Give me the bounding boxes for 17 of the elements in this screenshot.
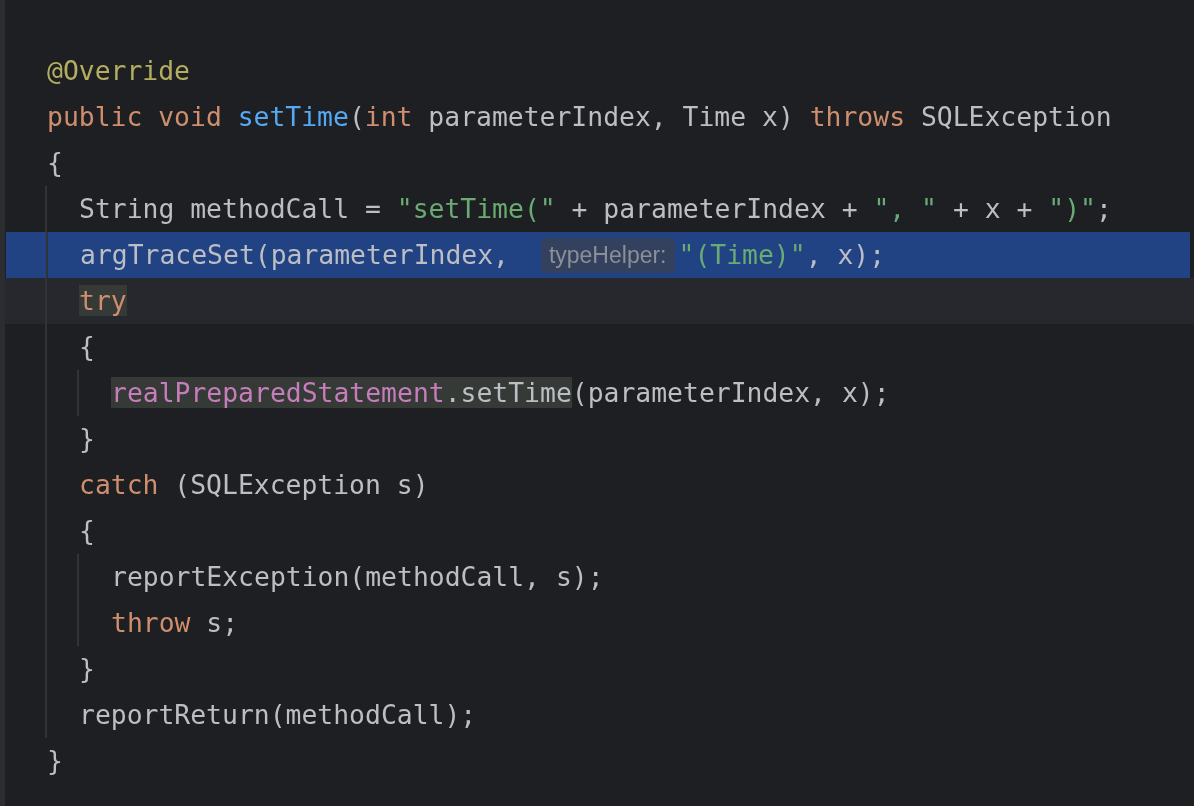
inlay-hint: typeHelper:	[540, 237, 675, 273]
code-line: @Override	[47, 54, 190, 88]
code-line: {	[79, 514, 95, 548]
code-line: String methodCall = "setTime(" + parameterIndex + ", " + x + ")";	[79, 192, 1112, 226]
code-line: argTraceSet(parameterIndex,	[80, 238, 510, 272]
code-line: {	[47, 146, 63, 180]
code-line: catch (SQLException s)	[79, 468, 429, 502]
code-line: }	[79, 422, 95, 456]
code-line: }	[47, 744, 63, 778]
code-line: reportException(methodCall, s);	[111, 560, 604, 594]
code-line: {	[79, 330, 95, 364]
code-line: }	[79, 652, 95, 686]
code-line: realPreparedStatement.setTime(parameterIndex, x);	[111, 376, 890, 410]
code-line: throw s;	[111, 606, 239, 640]
code-line: reportReturn(methodCall);	[79, 698, 477, 732]
code-line: public void setTime(int parameterIndex, Time x) throws SQLException	[47, 100, 1112, 134]
code-line: "(Time)", x);	[678, 238, 886, 272]
